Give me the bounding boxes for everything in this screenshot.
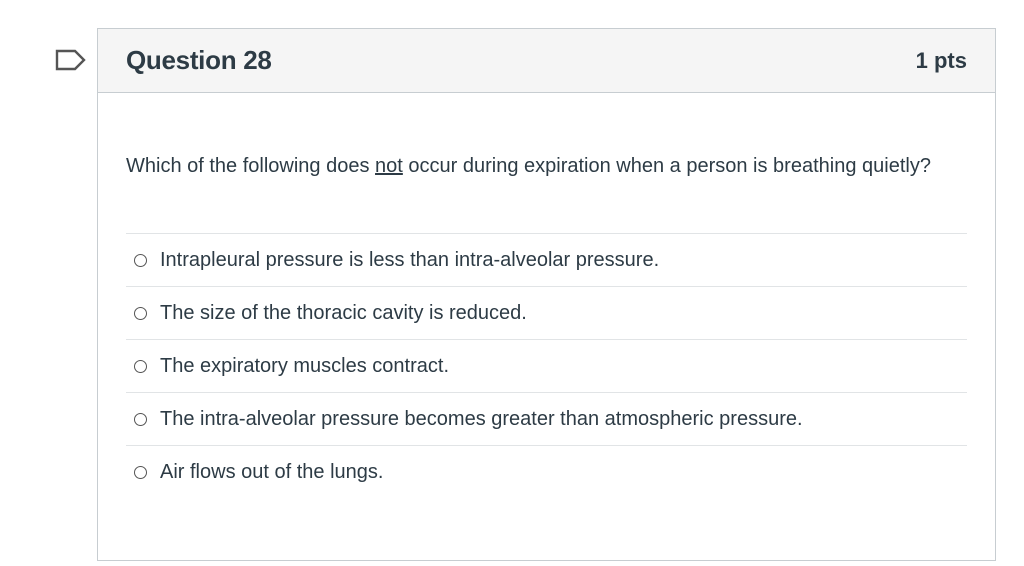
question-card: Question 28 1 pts Which of the following… — [97, 28, 996, 561]
answer-option-1[interactable]: Intrapleural pressure is less than intra… — [126, 234, 967, 287]
answer-label[interactable]: The intra-alveolar pressure becomes grea… — [160, 408, 803, 431]
answer-option-5[interactable]: Air flows out of the lungs. — [126, 446, 967, 499]
radio-button-icon[interactable] — [134, 466, 147, 479]
question-text-emphasis: not — [375, 155, 403, 177]
answer-label[interactable]: Air flows out of the lungs. — [160, 461, 383, 484]
answer-option-3[interactable]: The expiratory muscles contract. — [126, 340, 967, 393]
question-text-part: Which of the following does — [126, 155, 376, 177]
answer-option-2[interactable]: The size of the thoracic cavity is reduc… — [126, 287, 967, 340]
radio-button-icon[interactable] — [134, 412, 147, 426]
question-text-part: occur during expiration when a person is… — [402, 155, 931, 177]
flag-question-icon[interactable] — [55, 49, 87, 71]
radio-button-icon[interactable] — [134, 306, 147, 320]
answer-option-4[interactable]: The intra-alveolar pressure becomes grea… — [126, 393, 967, 446]
question-header: Question 28 1 pts — [98, 29, 995, 93]
answer-label[interactable]: Intrapleural pressure is less than intra… — [160, 249, 659, 272]
radio-button-icon[interactable] — [134, 359, 147, 373]
question-body: Which of the following does not occur du… — [98, 149, 995, 499]
question-points: 1 pts — [915, 47, 967, 73]
question-text: Which of the following does not occur du… — [126, 149, 956, 183]
answer-list: Intrapleural pressure is less than intra… — [126, 233, 967, 499]
answer-label[interactable]: The expiratory muscles contract. — [160, 355, 449, 378]
answer-label[interactable]: The size of the thoracic cavity is reduc… — [160, 302, 527, 325]
question-title: Question 28 — [126, 45, 272, 75]
radio-button-icon[interactable] — [134, 253, 147, 267]
